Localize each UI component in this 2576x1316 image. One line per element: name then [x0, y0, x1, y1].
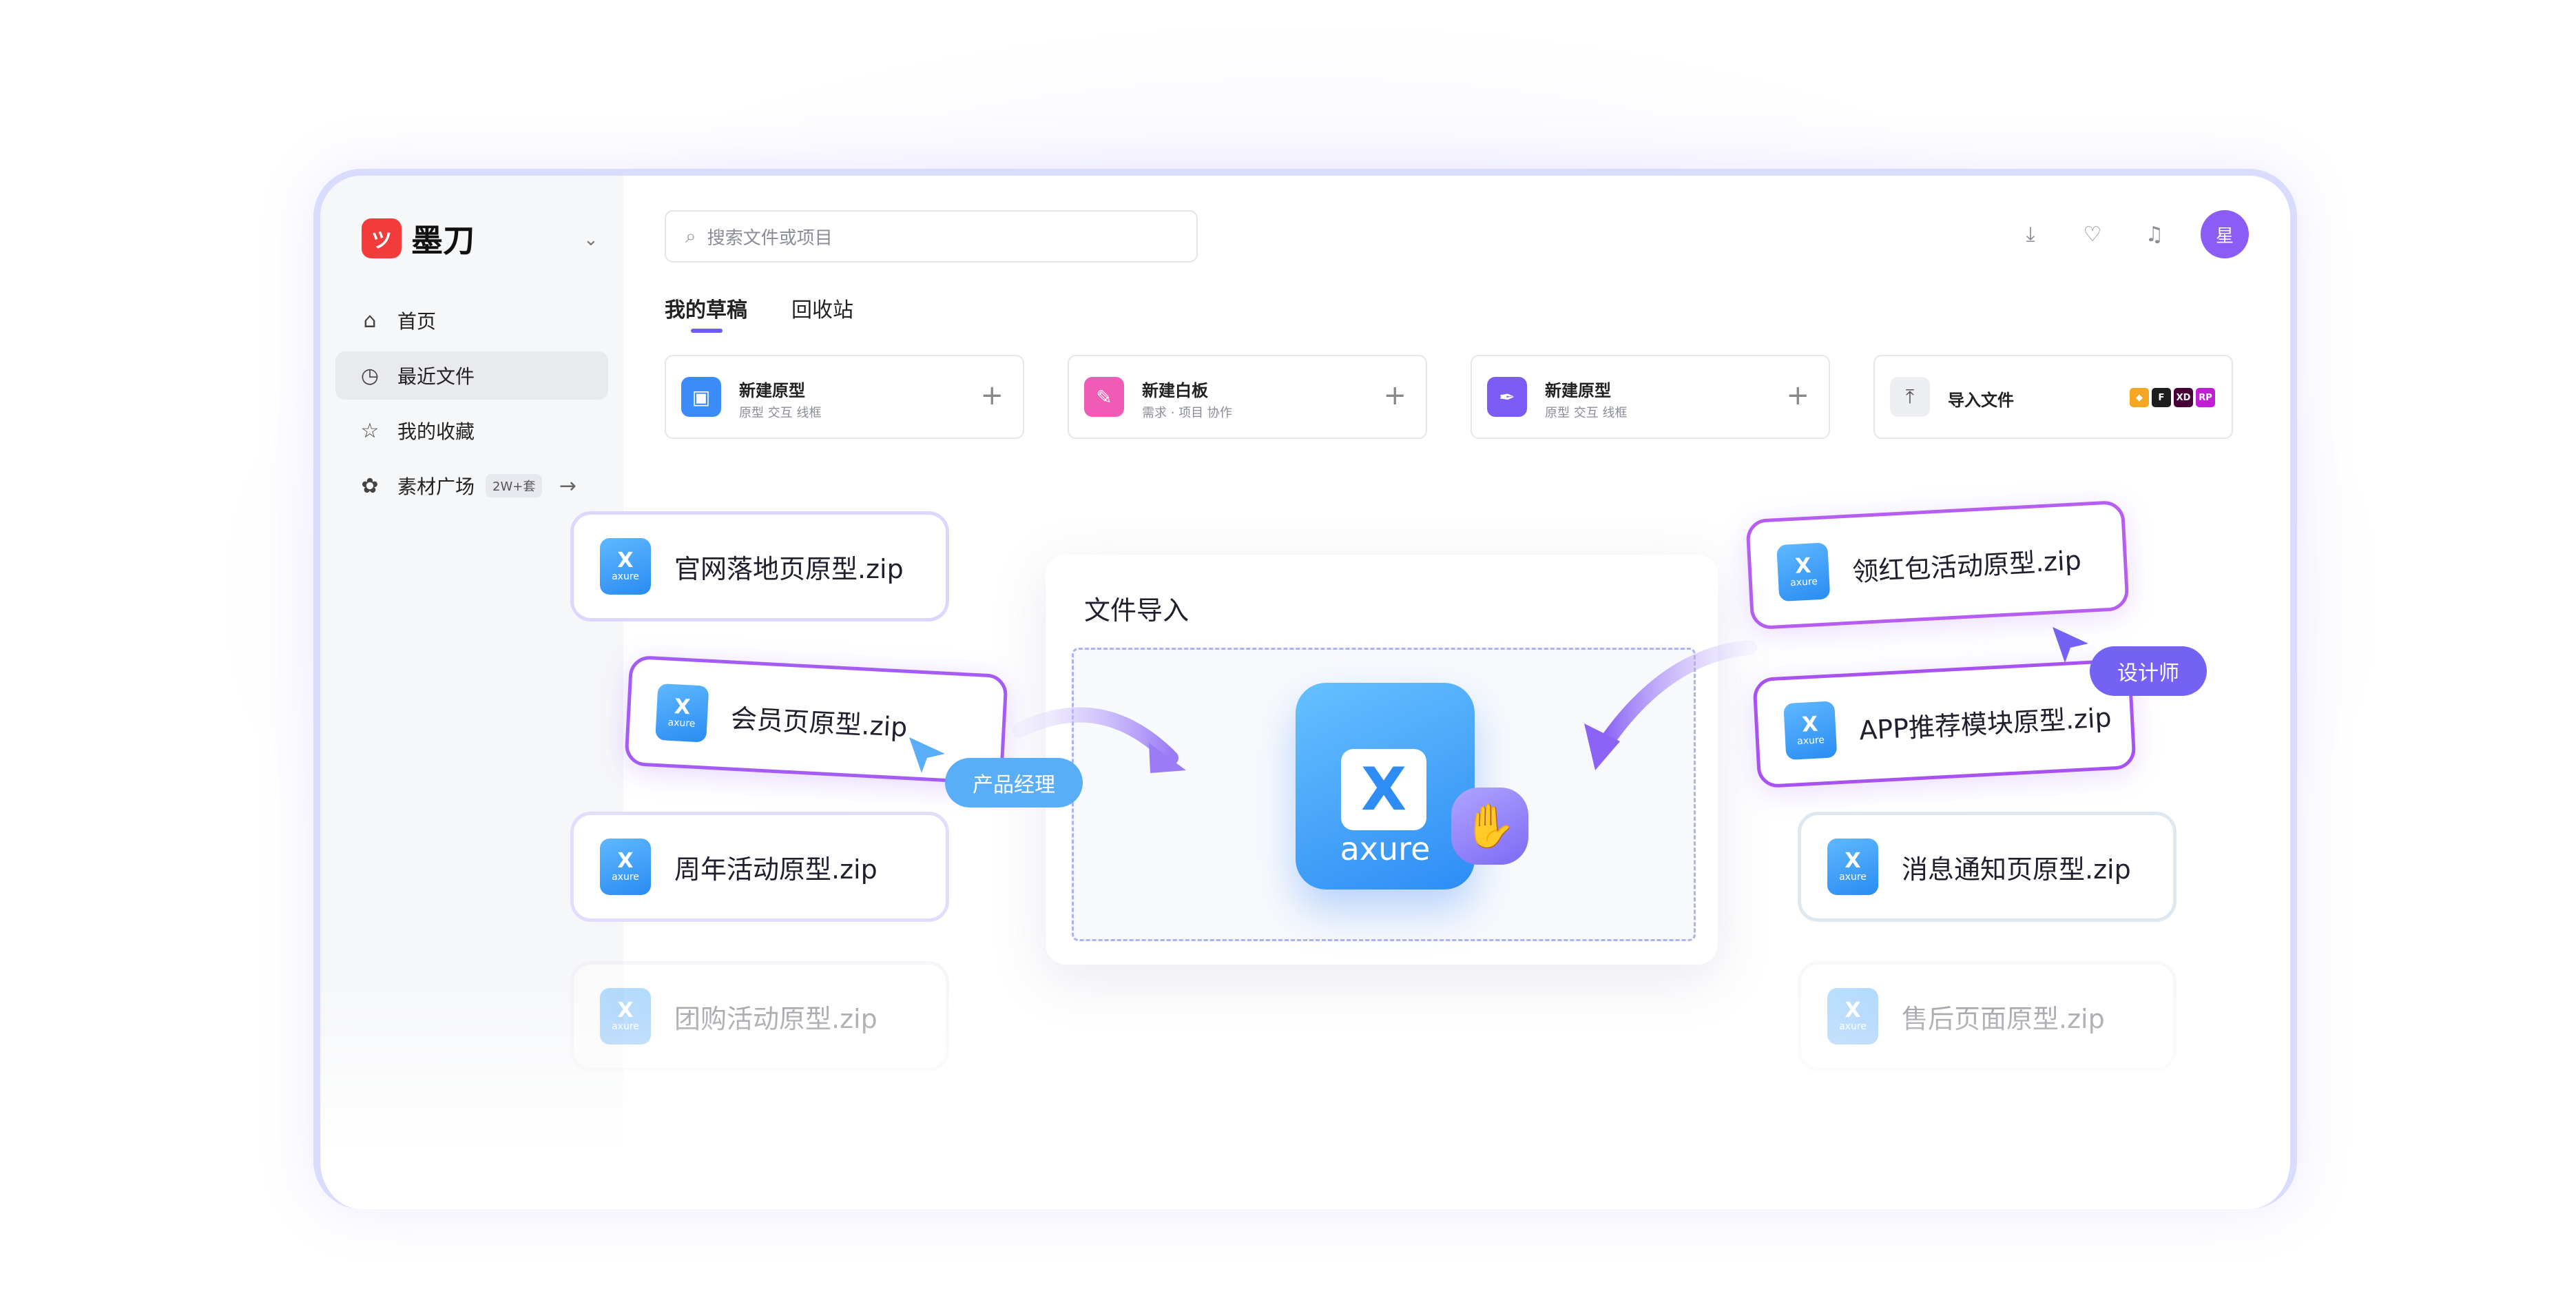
- left-arrow-path: [1012, 707, 1178, 765]
- role-tag-designer: 设计师: [2090, 646, 2207, 696]
- cursor-icon: [909, 737, 945, 773]
- cursor-icon: [2053, 627, 2088, 663]
- right-arrow-path: [1597, 640, 1757, 752]
- role-tag-product-manager: 产品经理: [945, 758, 1083, 808]
